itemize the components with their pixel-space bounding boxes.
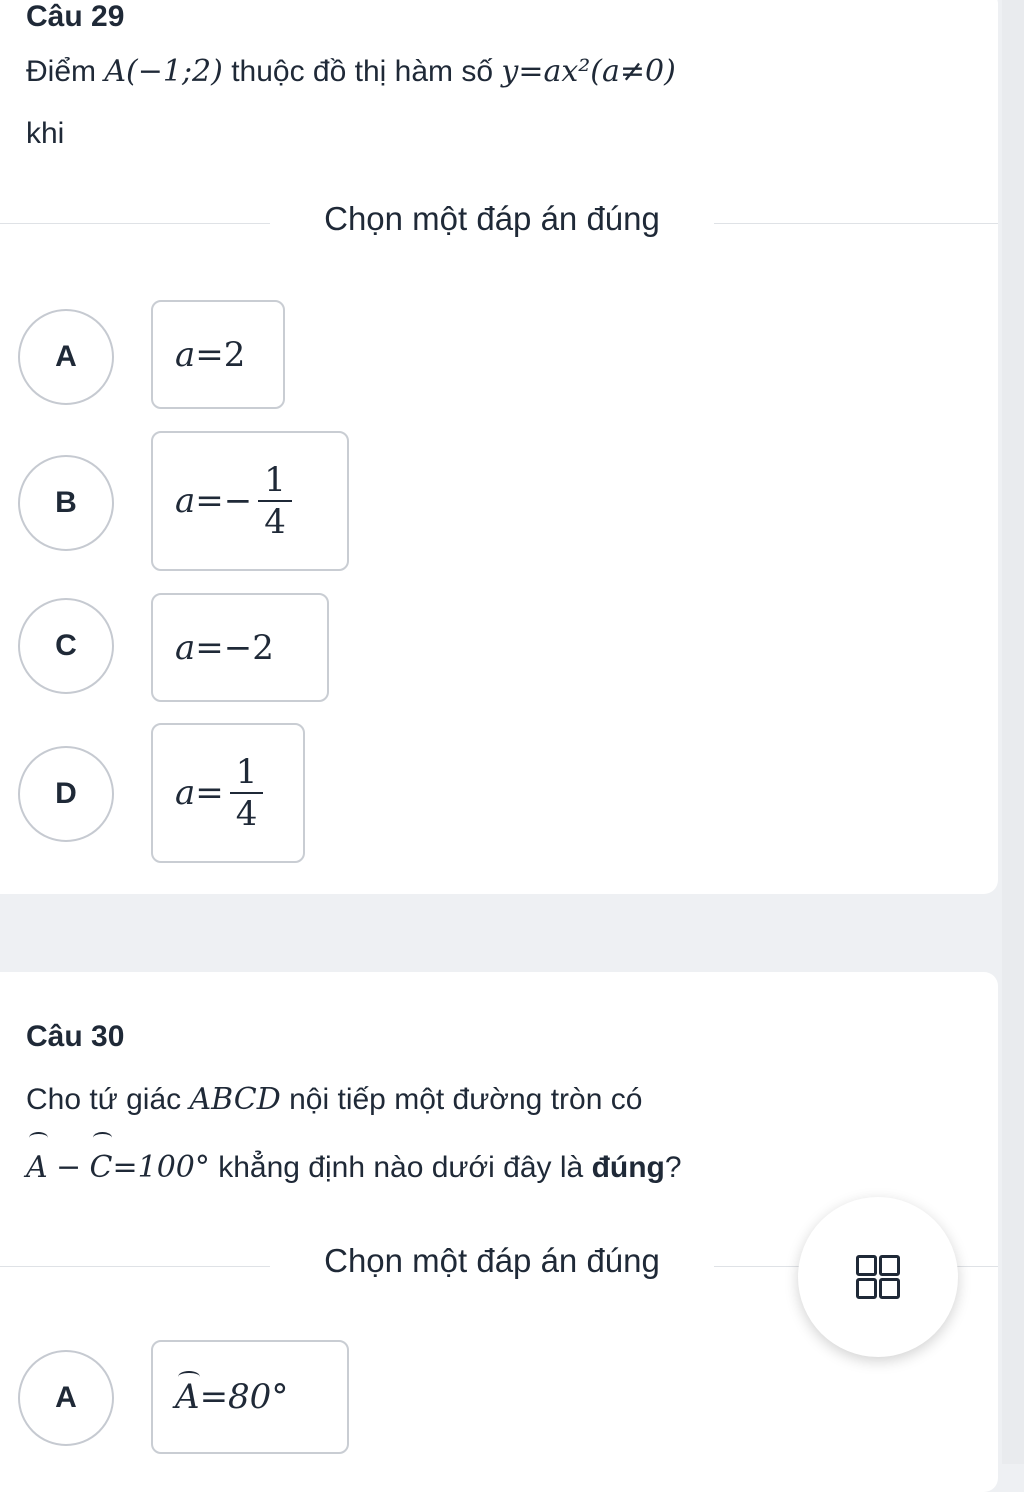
fraction-denominator: 4: [264, 502, 286, 542]
math-function: y=ax²(a≠0): [501, 54, 676, 89]
option-letter-a[interactable]: A: [18, 309, 114, 405]
question-text: Cho tứ giác: [26, 1083, 182, 1116]
math-shape: ABCD: [189, 1082, 281, 1117]
math-minus: −: [56, 1150, 82, 1185]
fraction-numerator: 1: [235, 752, 258, 792]
question-grid-button[interactable]: [798, 1197, 958, 1357]
question-text: nội tiếp một đường tròn có: [289, 1083, 643, 1116]
option-letter-c[interactable]: C: [18, 598, 114, 694]
question-title: Câu 30: [26, 1020, 125, 1053]
grid-icon: [856, 1255, 900, 1299]
page-edge: [1002, 0, 1024, 1464]
answer-value: 2: [223, 334, 246, 375]
math-value: =100°: [112, 1150, 210, 1185]
answer-option-a[interactable]: a= 2: [151, 300, 285, 409]
answer-value: =80°: [199, 1377, 289, 1417]
answer-lhs: a=: [175, 627, 224, 668]
answer-lhs: a=−: [175, 481, 253, 521]
question-text-line1: Cho tứ giác ABCD nội tiếp một đường tròn…: [26, 1070, 642, 1130]
option-letter-b[interactable]: B: [18, 455, 114, 551]
question-text-line2: khi: [26, 117, 65, 150]
answer-option-b[interactable]: a=− 1 4: [151, 431, 349, 571]
fraction-denominator: 4: [235, 794, 258, 834]
answer-lhs: a=: [175, 334, 224, 375]
divider-left: [0, 223, 270, 224]
question-title: Câu 29: [26, 0, 125, 33]
angle-a-hat: A: [175, 1371, 200, 1417]
option-letter-d[interactable]: D: [18, 746, 114, 842]
angle-a-hat: A: [26, 1132, 48, 1198]
answer-lhs: a=: [175, 773, 224, 813]
angle-c-hat: C: [90, 1132, 112, 1198]
divider-right: [714, 223, 998, 224]
choose-label: Chọn một đáp án đúng: [324, 200, 660, 237]
fraction: 1 4: [258, 460, 292, 542]
question-text-line2: A − C=100° khẳng định nào dưới đây là đú…: [26, 1132, 682, 1198]
answer-option-c[interactable]: a= −2: [151, 593, 329, 702]
answer-value: −2: [223, 627, 274, 668]
option-letter-a[interactable]: A: [18, 1350, 114, 1446]
math-point: A(−1;2): [104, 54, 223, 89]
question-mark: ?: [664, 1151, 682, 1184]
fraction-numerator: 1: [264, 460, 286, 500]
divider-left: [0, 1266, 270, 1267]
question-card-29: Câu 29 Điểm A(−1;2) thuộc đồ thị hàm số …: [0, 0, 998, 894]
fraction: 1 4: [229, 752, 264, 834]
question-text: thuộc đồ thị hàm số: [231, 55, 494, 88]
answer-option-d[interactable]: a= 1 4: [151, 723, 305, 863]
question-emphasis: đúng: [591, 1151, 665, 1184]
answer-option-a[interactable]: A =80°: [151, 1340, 349, 1454]
question-text: khẳng định nào dưới đây là: [218, 1151, 584, 1184]
choose-label: Chọn một đáp án đúng: [324, 1242, 660, 1279]
question-text-line1: Điểm A(−1;2) thuộc đồ thị hàm số y=ax²(a…: [26, 42, 676, 102]
question-text: Điểm: [26, 55, 97, 88]
